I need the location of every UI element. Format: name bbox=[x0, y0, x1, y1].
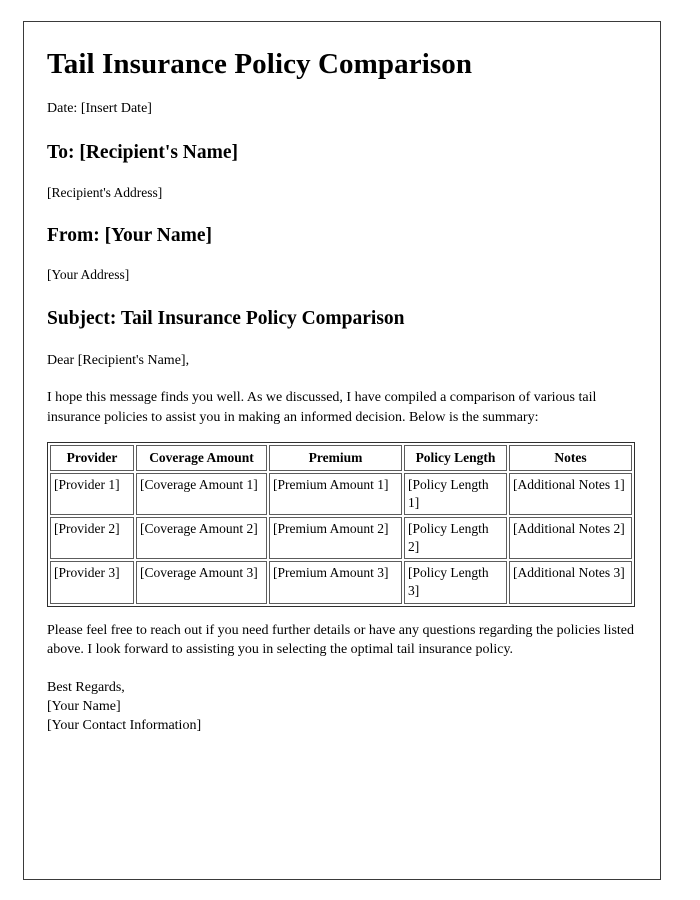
cell-notes: [Additional Notes 3] bbox=[509, 561, 632, 604]
document-page-frame: Tail Insurance Policy Comparison Date: [… bbox=[23, 21, 661, 880]
table-header-row: Provider Coverage Amount Premium Policy … bbox=[50, 444, 632, 472]
cell-policy-length: [Policy Length 3] bbox=[404, 561, 507, 604]
cell-notes: [Additional Notes 1] bbox=[509, 473, 632, 516]
signoff-name: [Your Name] bbox=[47, 699, 121, 715]
table-row: [Provider 1] [Coverage Amount 1] [Premiu… bbox=[50, 473, 632, 516]
cell-premium: [Premium Amount 1] bbox=[269, 473, 402, 516]
page-title: Tail Insurance Policy Comparison bbox=[47, 48, 473, 80]
column-header-notes: Notes bbox=[509, 444, 632, 472]
closing-paragraph: Please feel free to reach out if you nee… bbox=[47, 622, 635, 658]
salutation: Dear [Recipient's Name], bbox=[47, 352, 190, 368]
intro-paragraph: I hope this message finds you well. As w… bbox=[47, 390, 597, 425]
cell-provider: [Provider 3] bbox=[50, 561, 134, 604]
column-header-premium: Premium bbox=[269, 444, 402, 472]
column-header-policy-length: Policy Length bbox=[404, 444, 507, 472]
signoff-regards: Best Regards, bbox=[47, 680, 125, 696]
subject-heading: Subject: Tail Insurance Policy Compariso… bbox=[47, 307, 405, 329]
document-body: Tail Insurance Policy Comparison Date: [… bbox=[24, 22, 660, 735]
signoff-block: Best Regards, [Your Name] [Your Contact … bbox=[47, 678, 636, 735]
signoff-contact: [Your Contact Information] bbox=[47, 718, 202, 734]
cell-policy-length: [Policy Length 1] bbox=[404, 473, 507, 516]
cell-coverage: [Coverage Amount 2] bbox=[136, 517, 267, 560]
cell-provider: [Provider 2] bbox=[50, 517, 134, 560]
cell-premium: [Premium Amount 3] bbox=[269, 561, 402, 604]
recipient-heading: To: [Recipient's Name] bbox=[47, 142, 239, 164]
cell-policy-length: [Policy Length 2] bbox=[404, 517, 507, 560]
sender-address: [Your Address] bbox=[47, 267, 130, 283]
date-line: Date: [Insert Date] bbox=[47, 101, 152, 117]
table-row: [Provider 2] [Coverage Amount 2] [Premiu… bbox=[50, 517, 632, 560]
recipient-address: [Recipient's Address] bbox=[47, 184, 163, 200]
column-header-coverage-amount: Coverage Amount bbox=[136, 444, 267, 472]
cell-coverage: [Coverage Amount 1] bbox=[136, 473, 267, 516]
cell-provider: [Provider 1] bbox=[50, 473, 134, 516]
cell-premium: [Premium Amount 2] bbox=[269, 517, 402, 560]
cell-notes: [Additional Notes 2] bbox=[509, 517, 632, 560]
column-header-provider: Provider bbox=[50, 444, 134, 472]
sender-heading: From: [Your Name] bbox=[47, 224, 212, 246]
cell-coverage: [Coverage Amount 3] bbox=[136, 561, 267, 604]
policy-comparison-table: Provider Coverage Amount Premium Policy … bbox=[47, 441, 635, 607]
table-row: [Provider 3] [Coverage Amount 3] [Premiu… bbox=[50, 561, 632, 604]
